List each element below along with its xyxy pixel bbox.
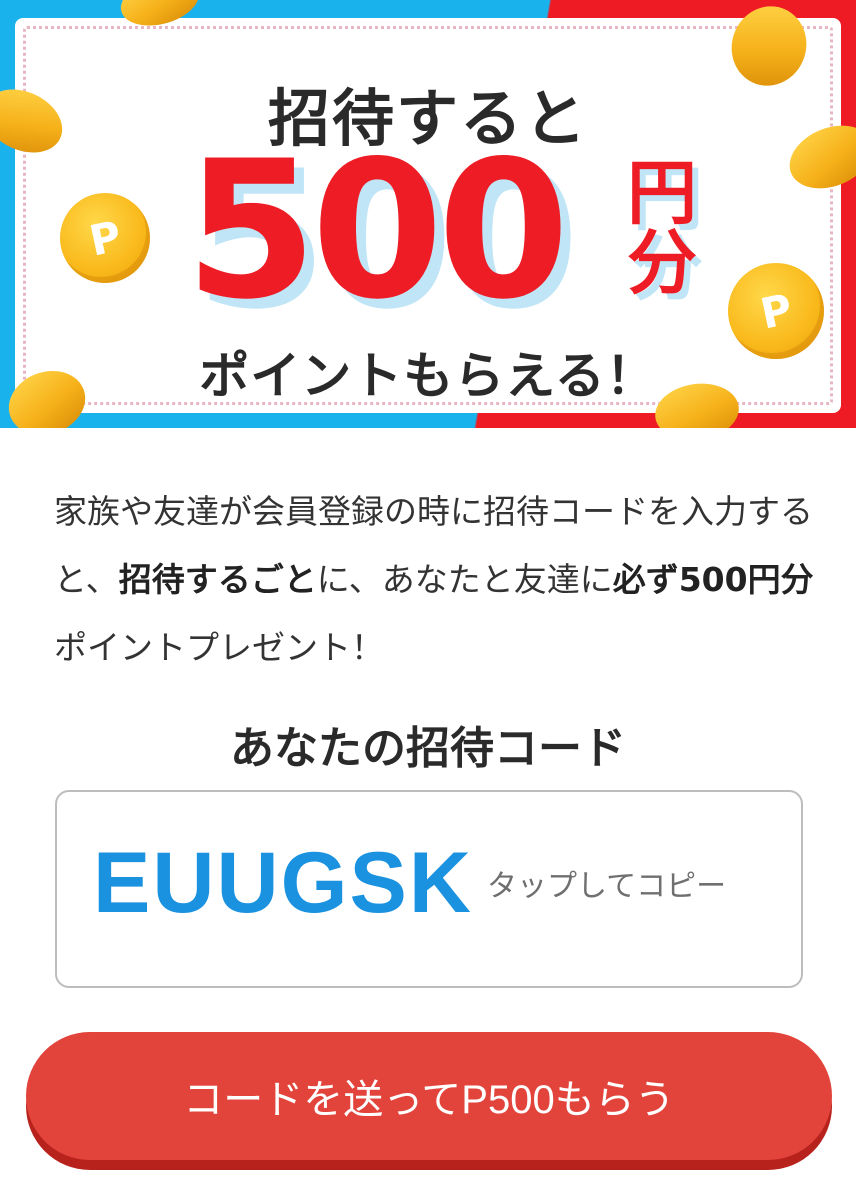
description-text: に、あなたと友達に <box>316 560 613 599</box>
invite-banner: 招待すると 500 円 分 ポイントもらえる！ P P <box>0 0 856 428</box>
invite-description: 家族や友達が会員登録の時に招待コードを入力すると、招待するごとに、あなたと友達に… <box>54 478 814 682</box>
description-emphasis: 招待するごと <box>118 560 317 599</box>
banner-unit-en: 円 <box>627 152 697 234</box>
invite-code-title: あなたの招待コード <box>230 723 626 774</box>
point-coin-icon: P <box>728 263 824 359</box>
point-coin-icon: P <box>60 193 150 283</box>
banner-unit-bun: 分 <box>627 222 697 304</box>
description-emphasis: 必ず500円分 <box>612 560 814 599</box>
banner-amount: 500 <box>185 120 570 341</box>
banner-unit: 円 分 <box>627 158 705 298</box>
description-text: ポイントプレゼント！ <box>54 628 384 667</box>
send-code-button[interactable]: コードを送ってP500もらう <box>26 1032 832 1160</box>
copy-hint: タップしてコピー <box>487 869 727 904</box>
invite-code-copy-box[interactable]: EUUGSK タップしてコピー <box>55 790 803 988</box>
invite-code-value: EUUGSK <box>93 835 473 931</box>
